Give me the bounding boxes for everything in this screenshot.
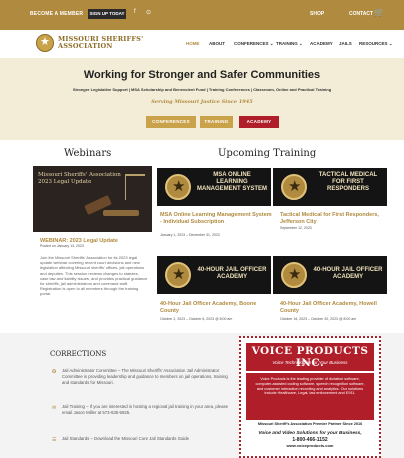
webinar-post-excerpt: Join the Missouri Sheriffs' Association … [40,255,148,297]
training-button[interactable]: TRAINING [200,116,233,128]
logo-line-2: ASSOCIATION [58,42,113,50]
training-card-title[interactable]: MSA Online Learning Management System - … [160,212,274,225]
academy-button[interactable]: ACADEMY [239,116,279,128]
nav-jails[interactable]: JAILS [339,41,352,46]
training-image-text: MSA ONLINE LEARNING MANAGEMENT SYSTEM [197,172,268,192]
nav-about[interactable]: ABOUT [209,41,225,46]
nav-resources[interactable]: RESOURCES ⌄ [359,41,393,47]
email-icon: ✉ [52,405,57,411]
training-card-title[interactable]: 40-Hour Jail Officer Academy, Boone Coun… [160,301,274,314]
training-card-date: September 12, 2023 [280,226,312,230]
top-utility-bar: BECOME A MEMBER SIGN UP TODAY f ⊙ SHOP C… [0,0,404,30]
gavel-base-icon [103,210,139,216]
sheriff-star-icon [281,174,307,200]
corrections-heading: CORRECTIONS [50,350,107,358]
hero-subtitle: Stronger Legislative Support | MSA Schol… [72,87,332,92]
corrections-item-text: Jail Administrator Committee – The Misso… [62,368,228,385]
corrections-item-text: Jail Training – If you are interested in… [62,404,229,415]
ad-header: VOICE PRODUCTS INC. Voice Technologies f… [246,343,374,371]
ad-tagline: Voice and Video Solutions for your Busin… [258,431,362,436]
hero-banner: Working for Stronger and Safer Communiti… [0,58,404,140]
webinar-image-line-1: Missouri Sheriffs' Association [38,172,121,178]
nav-home[interactable]: HOME [186,41,200,46]
ad-url: www.voiceproducts.com [286,443,334,448]
ad-company-name: VOICE PRODUCTS INC. [251,345,369,369]
hero-title: Working for Stronger and Safer Communiti… [83,69,321,81]
webinar-image-line-2: 2023 Legal Update [38,179,92,185]
webinars-heading: Webinars [64,148,112,159]
shop-link[interactable]: SHOP [310,11,324,17]
training-card-date: October 16, 2023 – October 20, 2023 @ 8:… [280,317,357,321]
document-icon: ☰ [52,437,57,443]
sheriff-badge-logo[interactable] [36,34,54,52]
upcoming-training-heading: Upcoming Training [218,148,317,159]
training-image-text: TACTICAL MEDICAL FOR FIRST RESPONDERS [318,172,378,192]
nav-academy[interactable]: ACADEMY [310,41,333,46]
scales-of-justice-icon [125,174,145,200]
training-image-text: 40-HOUR JAIL OFFICER ACADEMY [197,267,267,280]
training-card-image[interactable]: MSA ONLINE LEARNING MANAGEMENT SYSTEM [157,168,271,206]
cart-icon[interactable]: 🛒 [374,8,384,17]
facebook-icon[interactable]: f [134,9,136,15]
committee-icon: ✪ [52,369,57,375]
training-card-date: January 1, 2023 – December 31, 2023 [160,233,220,237]
site-logo-text[interactable]: MISSOURI SHERIFFS' ASSOCIATION [58,36,143,50]
become-member-link[interactable]: BECOME A MEMBER [30,11,83,17]
corrections-item-text: Jail Standards – Download the Missouri C… [62,436,190,441]
conferences-button[interactable]: CONFERENCES [146,116,196,128]
training-card-title[interactable]: 40-Hour Jail Officer Academy, Howell Cou… [280,301,394,314]
ad-description: Voice Products is the leading provider o… [246,373,374,420]
contact-link[interactable]: CONTACT [349,11,373,17]
ad-slogan: Voice Technologies for Your Business [272,360,348,365]
webinar-thumbnail[interactable]: Missouri Sheriffs' Association 2023 Lega… [33,166,152,232]
training-card-image[interactable]: 40-HOUR JAIL OFFICER ACADEMY [157,256,271,294]
corrections-list-item[interactable]: ✉ Jail Training – If you are interested … [52,404,230,424]
nav-conferences[interactable]: CONFERENCES ⌄ [234,41,274,47]
sheriff-star-icon [165,174,191,200]
sign-up-button[interactable]: SIGN UP TODAY [88,9,126,19]
corrections-list-item[interactable]: ✪ Jail Administrator Committee – The Mis… [52,368,230,392]
training-image-text: 40-HOUR JAIL OFFICER ACADEMY [313,267,383,280]
training-card-image[interactable]: TACTICAL MEDICAL FOR FIRST RESPONDERS [273,168,387,206]
hero-motto: Serving Missouri Justice Since 1945 [151,99,253,105]
voice-products-ad[interactable]: VOICE PRODUCTS INC. Voice Technologies f… [239,336,381,458]
corrections-list-item[interactable]: ☰ Jail Standards – Download the Missouri… [52,436,230,450]
sheriff-star-icon [165,262,191,288]
training-card-title[interactable]: Tactical Medical for First Responders, J… [280,212,394,225]
ad-partner-note: Missouri Sheriff's Association Premier P… [257,422,363,426]
nav-training[interactable]: TRAINING ⌄ [276,41,303,47]
social-icon[interactable]: ⊙ [146,9,151,16]
webinar-image-title: Missouri Sheriffs' Association 2023 Lega… [38,172,121,186]
sheriff-star-icon [281,262,307,288]
webinar-post-date: Posted on January 13, 2023 [40,244,84,248]
training-card-date: October 2, 2023 – October 6, 2023 @ 8:00… [160,317,233,321]
training-card-image[interactable]: 40-HOUR JAIL OFFICER ACADEMY [273,256,387,294]
